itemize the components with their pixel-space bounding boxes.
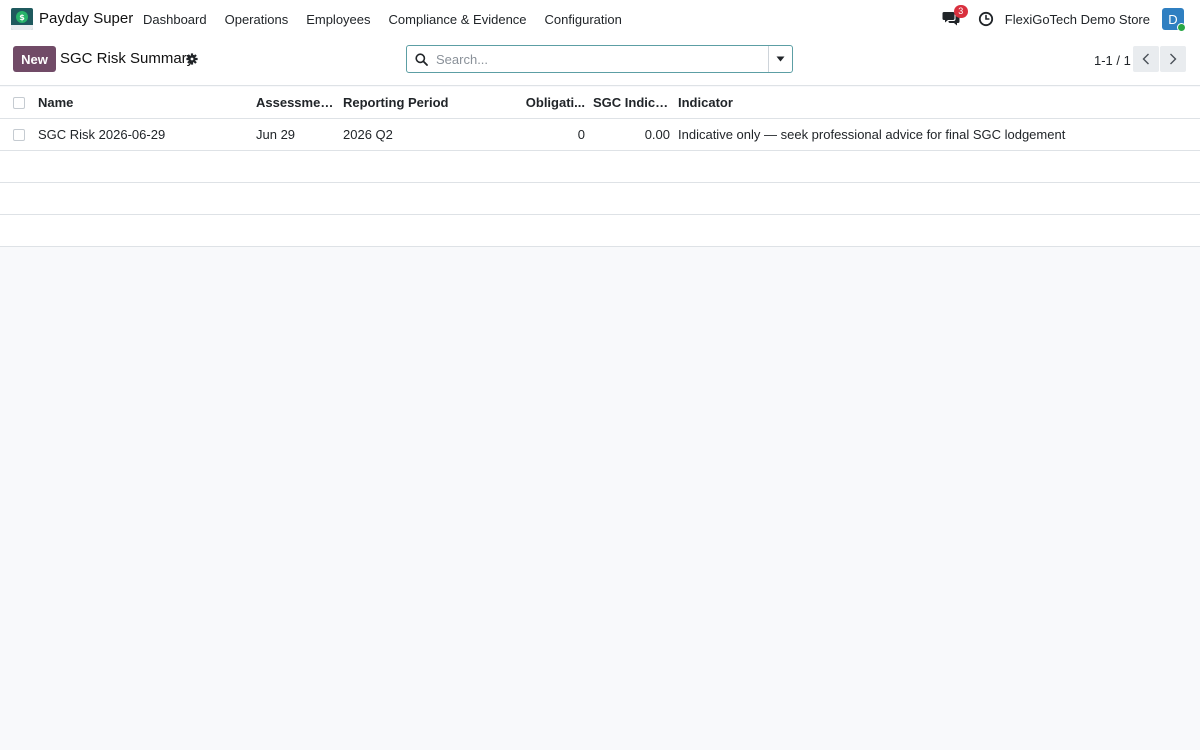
column-header-assessment[interactable]: Assessment...	[252, 87, 339, 119]
cell-sgc-indicator[interactable]: 0.00	[589, 118, 674, 151]
search-icon	[415, 52, 428, 66]
top-navbar: $ Payday Super Dashboard Operations Empl…	[0, 0, 1200, 38]
row-checkbox[interactable]	[13, 129, 25, 142]
table-row[interactable]: SGC Risk 2026-06-29 Jun 29 2026 Q2 0 0.0…	[0, 118, 1200, 151]
table-header-row: Name Assessment... Reporting Period Obli…	[0, 87, 1200, 119]
avatar-initial: D	[1168, 11, 1178, 27]
caret-down-icon	[776, 56, 785, 62]
menu-item-employees[interactable]: Employees	[306, 12, 370, 27]
empty-row	[0, 150, 1200, 183]
dollar-coin-icon: $	[16, 11, 28, 23]
menu-item-configuration[interactable]: Configuration	[545, 12, 622, 27]
cell-indicator[interactable]: Indicative only — seek professional advi…	[674, 118, 1200, 151]
column-header-indicator[interactable]: Indicator	[674, 87, 1200, 119]
menu-item-compliance-evidence[interactable]: Compliance & Evidence	[389, 12, 527, 27]
menu-item-operations[interactable]: Operations	[225, 12, 289, 27]
column-header-name[interactable]: Name	[34, 87, 252, 119]
menu-item-dashboard[interactable]: Dashboard	[143, 12, 207, 27]
chevron-right-icon	[1170, 53, 1177, 65]
records-table: Name Assessment... Reporting Period Obli…	[0, 87, 1200, 247]
cell-reporting-period[interactable]: 2026 Q2	[339, 118, 509, 151]
pager-next-button[interactable]	[1160, 46, 1186, 72]
select-all-checkbox[interactable]	[13, 97, 25, 110]
gear-icon[interactable]	[186, 53, 198, 65]
cell-name[interactable]: SGC Risk 2026-06-29	[34, 118, 252, 151]
activity-clock-icon[interactable]	[978, 11, 994, 27]
new-button[interactable]: New	[13, 46, 56, 72]
search-input[interactable]	[428, 46, 768, 72]
user-avatar[interactable]: D	[1162, 8, 1186, 32]
select-all-cell	[0, 87, 34, 119]
company-switcher[interactable]: FlexiGoTech Demo Store	[1005, 12, 1150, 27]
search-options-toggle[interactable]	[768, 46, 792, 72]
main-menu: Dashboard Operations Employees Complianc…	[143, 12, 640, 27]
cell-assessment[interactable]: Jun 29	[252, 118, 339, 151]
online-status-icon	[1177, 23, 1186, 32]
control-panel: New SGC Risk Summary 1-1 / 1	[0, 38, 1200, 86]
app-logo-icon[interactable]: $	[11, 8, 33, 30]
list-view: Name Assessment... Reporting Period Obli…	[0, 87, 1200, 247]
column-header-sgc-indicator[interactable]: SGC Indicat...	[589, 87, 674, 119]
search-box	[406, 45, 793, 73]
cell-obligations[interactable]: 0	[509, 118, 589, 151]
empty-row	[0, 182, 1200, 215]
row-select-cell	[0, 118, 34, 151]
column-header-obligations[interactable]: Obligati...	[509, 87, 589, 119]
systray: 3 FlexiGoTech Demo Store D	[942, 5, 1186, 32]
app-name[interactable]: Payday Super	[39, 10, 133, 27]
messages-icon[interactable]: 3	[942, 5, 968, 29]
chevron-left-icon	[1142, 53, 1149, 65]
pager-value[interactable]: 1-1 / 1	[1094, 53, 1131, 68]
column-header-reporting-period[interactable]: Reporting Period	[339, 87, 509, 119]
empty-row	[0, 214, 1200, 247]
page-title: SGC Risk Summary	[60, 50, 195, 67]
pager-previous-button[interactable]	[1133, 46, 1159, 72]
messages-count-badge: 3	[953, 5, 968, 18]
